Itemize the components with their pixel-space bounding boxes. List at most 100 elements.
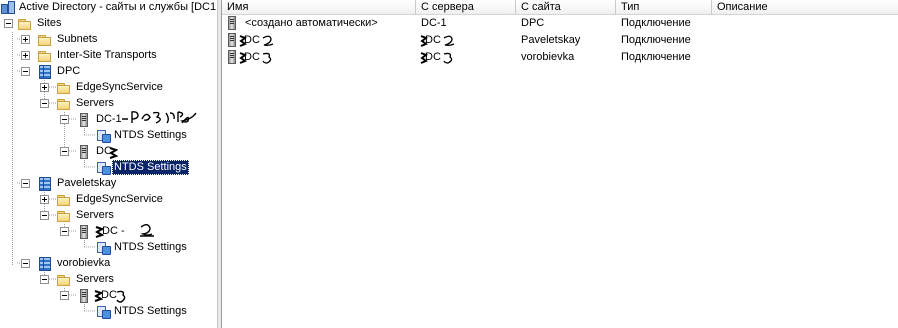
folder-icon	[56, 96, 72, 112]
cell-name: <создано автоматически>	[245, 17, 378, 29]
ntds-settings-icon	[96, 240, 112, 256]
column-header-from-server[interactable]: С сервера	[416, 0, 516, 15]
handwritten-annotation	[443, 35, 455, 46]
tree-item-label: NTDS Settings	[114, 305, 187, 317]
column-header-from-site[interactable]: С сайта	[516, 0, 616, 15]
folder-icon	[56, 80, 72, 96]
expand-icon[interactable]	[40, 195, 49, 204]
list-row-connection-dc2[interactable]: DC DC Paveletskay Подключение	[222, 32, 898, 49]
ntds-settings-icon	[96, 304, 112, 320]
tree-item-sites[interactable]: Sites	[0, 16, 217, 32]
collapse-icon[interactable]	[40, 275, 49, 284]
expand-icon[interactable]	[21, 51, 30, 60]
ntds-settings-icon	[96, 128, 112, 144]
redaction-mark	[109, 147, 118, 159]
tree-item-label: Servers	[76, 209, 114, 221]
column-header-name[interactable]: Имя	[222, 0, 416, 15]
cell-from-server: DC	[425, 51, 441, 63]
collapse-icon[interactable]	[21, 67, 30, 76]
tree-item-label: DC -	[102, 225, 125, 237]
tree-root[interactable]: Active Directory - сайты и службы [DC1	[0, 0, 217, 16]
tree-item-label: Inter-Site Transports	[57, 49, 157, 61]
tree-item-site-dpc[interactable]: DPC	[0, 64, 217, 80]
details-list-view[interactable]: Имя С сервера С сайта Тип Описание <созд…	[222, 0, 898, 328]
handwritten-annotation	[443, 52, 453, 64]
tree-root-label: Active Directory - сайты и службы [DC1	[19, 1, 217, 13]
site-icon	[37, 176, 53, 192]
tree-item-label: Servers	[76, 273, 114, 285]
tree-item-servers[interactable]: Servers	[0, 208, 217, 224]
server-icon	[76, 288, 92, 304]
site-icon	[37, 256, 53, 272]
tree-item-site-paveletskay[interactable]: Paveletskay	[0, 176, 217, 192]
collapse-icon[interactable]	[21, 179, 30, 188]
cell-type: Подключение	[621, 17, 691, 29]
cell-from-site: Paveletskay	[521, 34, 581, 46]
tree-item-server-dc3[interactable]: DC	[0, 288, 217, 304]
tree-item-server-dc2[interactable]: DC -	[0, 224, 217, 240]
server-icon	[76, 224, 92, 240]
collapse-icon[interactable]	[60, 227, 69, 236]
cell-description	[712, 49, 717, 66]
cell-from-site: DPC	[521, 17, 545, 29]
collapse-icon[interactable]	[40, 99, 49, 108]
tree-item-subnets[interactable]: Subnets	[0, 32, 217, 48]
tree-item-label: Servers	[76, 97, 114, 109]
tree-item-edgesyncservice[interactable]: EdgeSyncService	[0, 192, 217, 208]
tree-item-label: DPC	[57, 65, 81, 77]
tree-item-label: Paveletskay	[57, 177, 117, 189]
cell-description	[712, 32, 717, 49]
list-header: Имя С сервера С сайта Тип Описание	[222, 0, 898, 15]
tree-item-ntds-settings[interactable]: NTDS Settings	[0, 304, 217, 320]
tree-item-label: NTDS Settings	[114, 241, 187, 253]
tree-item-label: vorobievka	[57, 257, 111, 269]
tree-item-ntds-settings[interactable]: NTDS Settings	[0, 128, 217, 144]
connection-icon	[224, 15, 240, 31]
folder-icon	[17, 16, 33, 32]
console-tree[interactable]: Active Directory - сайты и службы [DC1 S…	[0, 0, 217, 328]
connection-icon	[224, 32, 240, 48]
folder-icon	[56, 208, 72, 224]
cell-from-site: vorobievka	[521, 51, 575, 63]
tree-item-label: Sites	[37, 17, 62, 29]
connection-icon	[224, 49, 240, 65]
handwritten-annotation	[116, 290, 126, 303]
tree-item-label: NTDS Settings	[114, 129, 187, 141]
folder-icon	[37, 48, 53, 64]
tree-item-edgesyncservice[interactable]: EdgeSyncService	[0, 80, 217, 96]
tree-item-server-dc[interactable]: DC	[0, 144, 217, 160]
active-directory-sites-icon	[0, 0, 16, 16]
cell-from-server: DC	[425, 34, 441, 46]
expand-icon[interactable]	[21, 35, 30, 44]
cell-from-server: DC-1	[421, 17, 447, 29]
cell-type: Подключение	[621, 34, 691, 46]
cell-name: DC	[244, 34, 260, 46]
collapse-icon[interactable]	[40, 211, 49, 220]
folder-icon	[56, 192, 72, 208]
collapse-icon[interactable]	[60, 291, 69, 300]
tree-item-label: EdgeSyncService	[76, 193, 163, 205]
tree-item-server-dc1[interactable]: DC-1	[0, 111, 217, 128]
handwritten-annotation	[262, 52, 272, 64]
handwritten-annotation	[122, 111, 197, 124]
folder-icon	[37, 32, 53, 48]
expand-icon[interactable]	[40, 83, 49, 92]
tree-item-site-vorobievka[interactable]: vorobievka	[0, 256, 217, 272]
cell-name: DC	[244, 51, 260, 63]
tree-item-ntds-settings-selected[interactable]: NTDS Settings	[0, 160, 217, 176]
column-header-description[interactable]: Описание	[712, 0, 898, 15]
collapse-icon[interactable]	[4, 19, 13, 28]
tree-item-servers[interactable]: Servers	[0, 272, 217, 288]
list-row-connection-auto[interactable]: <создано автоматически> DC-1 DPC Подключ…	[222, 15, 898, 32]
ntds-settings-icon	[96, 160, 112, 176]
tree-item-label: EdgeSyncService	[76, 81, 163, 93]
collapse-icon[interactable]	[21, 259, 30, 268]
collapse-icon[interactable]	[60, 115, 69, 124]
tree-item-ntds-settings[interactable]: NTDS Settings	[0, 240, 217, 256]
tree-item-inter-site-transports[interactable]: Inter-Site Transports	[0, 48, 217, 64]
cell-description	[712, 15, 717, 32]
collapse-icon[interactable]	[60, 147, 69, 156]
list-row-connection-dc3[interactable]: DC DC vorobievka Подключение	[222, 49, 898, 66]
folder-icon	[56, 272, 72, 288]
column-header-type[interactable]: Тип	[616, 0, 712, 15]
